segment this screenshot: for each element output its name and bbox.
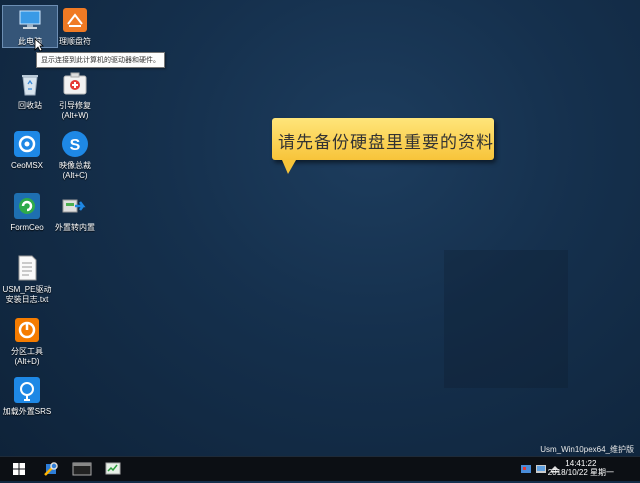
desktop-icon-label: USM_PE驱动 安装日志.txt — [2, 285, 52, 304]
desktop-icon-boot-repair[interactable]: 引导修复 (Alt+W) — [48, 70, 102, 121]
desktop-icon-label: 加载外置SRS — [2, 407, 52, 416]
start-button[interactable] — [10, 460, 28, 478]
boot-repair-icon — [61, 70, 89, 98]
recycle-bin-icon — [16, 70, 44, 98]
text-file-icon — [13, 254, 41, 282]
callout-text: 请先备份硬盘里重要的资料 — [278, 133, 494, 153]
clock-date: 2018/10/22 星期一 — [547, 468, 614, 477]
desktop-icon-partition-tool[interactable]: 分区工具 (Alt+D) — [0, 316, 54, 367]
ceomsx-icon — [13, 130, 41, 158]
taskbar: 14:41:22 2018/10/22 星期一 — [0, 456, 640, 481]
image-president-icon: S — [61, 130, 89, 158]
callout-tail — [282, 160, 296, 174]
desktop-icon-label: 理顺盘符 — [59, 37, 91, 46]
this-pc-tooltip: 显示连接到此计算机的驱动器和硬件。 — [36, 52, 165, 68]
backup-warning-callout: 请先备份硬盘里重要的资料 — [272, 118, 494, 174]
desktop-icon-external-to-internal[interactable]: 外置转内置 — [48, 192, 102, 233]
desktop-icon-label: FormCeo — [10, 223, 44, 232]
load-srs-icon — [13, 376, 41, 404]
external-to-internal-icon — [61, 192, 89, 220]
tool-icon — [44, 462, 58, 476]
taskbar-clock[interactable]: 14:41:22 2018/10/22 星期一 — [548, 459, 614, 477]
desktop-icon-label: 分区工具 (Alt+D) — [11, 347, 43, 366]
taskbar-tool-button[interactable] — [42, 460, 60, 478]
tray-network-icon[interactable] — [520, 461, 532, 477]
system-version-label: Usm_Win10pex64_维护版 — [540, 445, 634, 454]
drive-letter-icon — [61, 6, 89, 34]
desktop-icon-label: 引导修复 (Alt+W) — [59, 101, 91, 120]
taskbar-task-manager-button[interactable] — [104, 460, 122, 478]
tray-display-icon[interactable] — [535, 461, 547, 477]
this-pc-icon — [16, 6, 44, 34]
desktop-icon-formceo[interactable]: FormCeo — [0, 192, 54, 233]
clock-time: 14:41:22 — [565, 459, 597, 468]
start-icon — [13, 463, 25, 475]
desktop-icon-label: 外置转内置 — [55, 223, 95, 232]
taskbar-terminal-button[interactable] — [72, 460, 92, 478]
formceo-icon — [13, 192, 41, 220]
background-shade — [444, 250, 568, 388]
terminal-icon — [72, 462, 92, 476]
desktop-icon-image-president[interactable]: S 映像总裁 (Alt+C) — [48, 130, 102, 181]
desktop: 此电脑 理顺盘符 回收站 引导修复 (Alt+W) CeoMSX S 映像总裁 … — [0, 0, 640, 456]
task-manager-icon — [105, 462, 121, 475]
mouse-cursor-icon — [34, 38, 44, 52]
partition-tool-icon — [13, 316, 41, 344]
desktop-icon-ceomsx[interactable]: CeoMSX — [0, 130, 54, 171]
desktop-icon-label: 映像总裁 (Alt+C) — [59, 161, 91, 180]
desktop-icon-label: CeoMSX — [10, 161, 43, 170]
desktop-icon-load-srs[interactable]: 加载外置SRS — [0, 376, 54, 417]
desktop-icon-drive-letter[interactable]: 理顺盘符 — [48, 6, 102, 47]
desktop-icon-log-file[interactable]: USM_PE驱动 安装日志.txt — [0, 254, 54, 305]
svg-text:S: S — [70, 137, 81, 154]
